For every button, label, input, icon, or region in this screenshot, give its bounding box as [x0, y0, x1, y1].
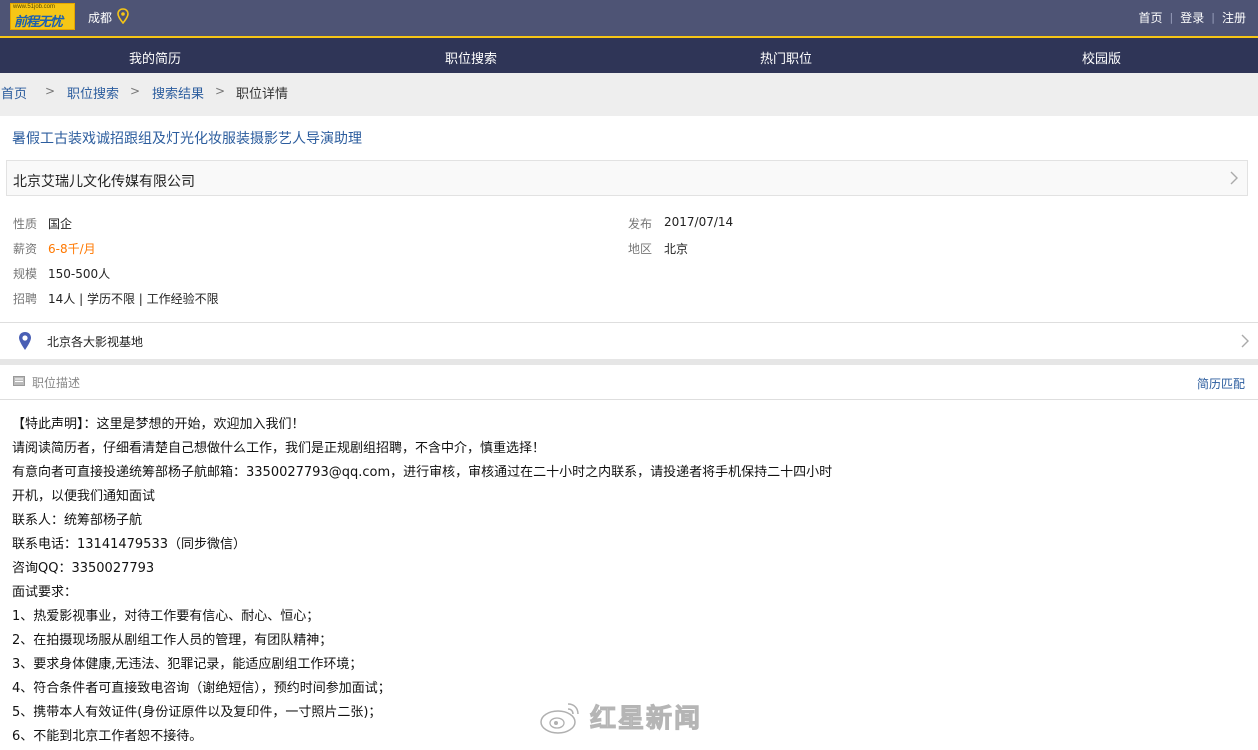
top-bar: www.51job.com 前程无忧 成都 首页 | 登录 | 注册 — [0, 0, 1258, 36]
publish-date: 2017/07/14 — [664, 215, 734, 229]
logo-text: 前程无忧 — [14, 15, 63, 30]
chevron-right-icon: > — [45, 84, 56, 98]
main-nav: 我的简历 职位搜索 热门职位 校园版 — [0, 36, 1258, 73]
area-value: 北京 — [664, 242, 689, 256]
weibo-icon — [540, 703, 579, 734]
nav-hot-jobs[interactable]: 热门职位 — [760, 48, 812, 67]
nav-job-search[interactable]: 职位搜索 — [445, 48, 497, 67]
watermark: 红星新闻 — [538, 696, 728, 740]
logo-url: www.51job.com — [13, 4, 56, 10]
description-line: 面试要求： — [12, 585, 78, 600]
login-link[interactable]: 登录 — [1180, 9, 1204, 26]
separator: | — [1211, 11, 1215, 24]
location-row[interactable]: 北京各大影视基地 — [0, 322, 1258, 359]
chevron-right-icon: > — [215, 84, 226, 98]
description-line: 3、要求身体健康,无违法、犯罪记录，能适应剧组工作环境； — [12, 657, 363, 672]
nature-label: 性质 — [13, 217, 38, 231]
chevron-right-icon: > — [130, 84, 141, 98]
job-title: 暑假工古装戏诚招跟组及灯光化妆服装摄影艺人导演助理 — [12, 131, 362, 147]
description-body: 【特此声明】：这里是梦想的开始，欢迎加入我们！ 请阅读简历者，仔细看清楚自己想做… — [12, 413, 1012, 749]
top-links: 首页 | 登录 | 注册 — [1139, 9, 1246, 26]
description-line: 咨询QQ：3350027793 — [12, 561, 155, 576]
chevron-right-icon — [1241, 334, 1249, 348]
resume-match-link[interactable]: 简历匹配 — [1197, 375, 1245, 392]
home-link[interactable]: 首页 — [1139, 9, 1163, 26]
description-line: 联系人：统筹部杨子航 — [12, 513, 143, 528]
watermark-text: 红星新闻 — [589, 704, 703, 735]
scale-value: 150-500人 — [48, 267, 111, 281]
work-location: 北京各大影视基地 — [47, 335, 144, 349]
register-link[interactable]: 注册 — [1222, 9, 1246, 26]
description-line: 开机，以便我们通知面试 — [12, 489, 156, 504]
breadcrumb-search-results[interactable]: 搜索结果 — [152, 83, 204, 102]
nav-campus[interactable]: 校园版 — [1082, 48, 1121, 67]
separator: | — [1169, 11, 1174, 24]
description-line: 1、热爱影视事业，对待工作要有信心、耐心、恒心； — [12, 609, 320, 624]
description-line: 4、符合条件者可直接致电咨询（谢绝短信），预约时间参加面试； — [12, 681, 391, 696]
nav-my-resume[interactable]: 我的简历 — [129, 48, 181, 67]
scale-label: 规模 — [13, 267, 38, 281]
description-label: 职位描述 — [32, 376, 81, 390]
location-pin-icon[interactable] — [116, 8, 130, 24]
salary-label: 薪资 — [13, 242, 38, 256]
description-line: 5、携带本人有效证件(身份证原件以及复印件，一寸照片二张)； — [12, 705, 382, 720]
publish-label: 发布 — [628, 217, 653, 231]
description-icon — [13, 376, 25, 386]
company-name: 北京艾瑞儿文化传媒有限公司 — [13, 174, 195, 190]
recruit-value: 14人 | 学历不限 | 工作经验不限 — [48, 292, 219, 306]
nature-value: 国企 — [48, 217, 73, 231]
current-city[interactable]: 成都 — [88, 9, 112, 26]
company-row[interactable]: 北京艾瑞儿文化传媒有限公司 — [6, 160, 1248, 196]
chevron-right-icon — [1230, 171, 1238, 185]
breadcrumb-home[interactable]: 首页 — [1, 83, 27, 102]
description-line: 2、在拍摄现场服从剧组工作人员的管理，有团队精神； — [12, 633, 333, 648]
salary-value: 6-8千/月 — [48, 242, 96, 256]
area-label: 地区 — [628, 242, 653, 256]
site-logo[interactable]: www.51job.com 前程无忧 — [10, 3, 75, 30]
description-line: 【特此声明】：这里是梦想的开始，欢迎加入我们！ — [12, 417, 305, 432]
recruit-label: 招聘 — [13, 292, 38, 306]
description-header: 职位描述 简历匹配 — [0, 365, 1258, 400]
description-line: 联系电话：13141479533（同步微信） — [12, 537, 246, 552]
description-line: 请阅读简历者，仔细看清楚自己想做什么工作，我们是正规剧组招聘，不含中介，慎重选择… — [12, 441, 546, 456]
description-line: 6、不能到北京工作者恕不接待。 — [12, 729, 203, 744]
breadcrumb-job-search[interactable]: 职位搜索 — [67, 83, 119, 102]
breadcrumb: 首页 > 职位搜索 > 搜索结果 > 职位详情 — [0, 73, 1258, 116]
location-pin-icon — [19, 332, 31, 350]
breadcrumb-job-detail: 职位详情 — [236, 87, 289, 102]
description-line: 有意向者可直接投递统筹部杨子航邮箱：3350027793@qq.com，进行审核… — [12, 465, 833, 480]
